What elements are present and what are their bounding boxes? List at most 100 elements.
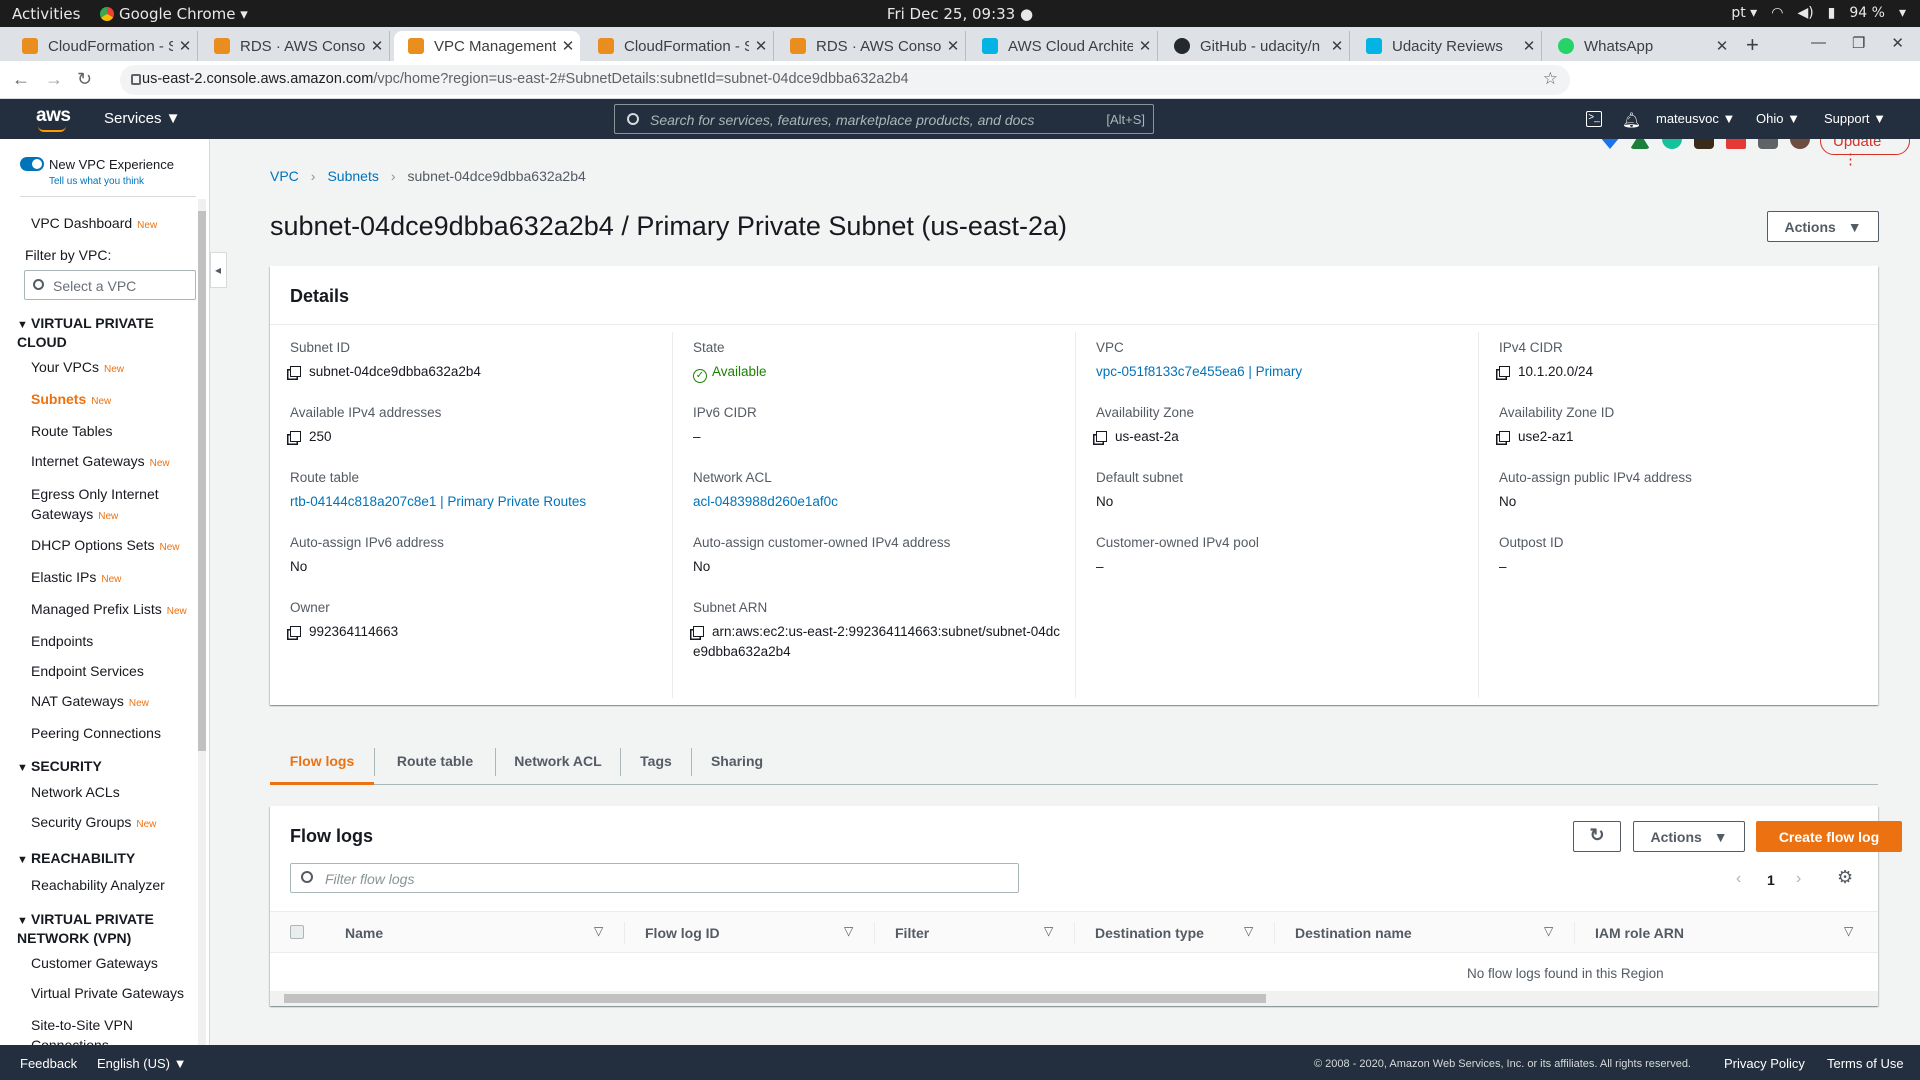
sidebar-item-nat-gateways[interactable]: NAT Gateways New xyxy=(31,693,149,709)
section-reachability[interactable]: ▼ REACHABILITY xyxy=(17,850,135,869)
sidebar-item-subnets[interactable]: Subnets New xyxy=(31,391,111,407)
account-menu[interactable]: mateusvoc ▼ xyxy=(1656,111,1735,126)
sidebar-item-reachability-analyzer[interactable]: Reachability Analyzer xyxy=(31,877,165,893)
sidebar-item-egress-only-gateways[interactable]: Egress Only Internet Gateways New xyxy=(31,484,171,527)
sidebar-item-customer-gateways[interactable]: Customer Gateways xyxy=(31,955,158,971)
browser-tab[interactable]: CloudFormation - S ✕ xyxy=(584,31,774,61)
copy-icon[interactable] xyxy=(1096,431,1107,442)
close-icon[interactable]: ✕ xyxy=(1133,37,1157,55)
browser-tab[interactable]: RDS · AWS Console ✕ xyxy=(776,31,966,61)
scrollbar-thumb[interactable] xyxy=(198,211,206,751)
route-table-link[interactable]: rtb-04144c818a207c8e1 | Primary Private … xyxy=(290,492,610,512)
tab-tags[interactable]: Tags xyxy=(621,739,691,785)
sidebar-item-internet-gateways[interactable]: Internet Gateways New xyxy=(31,453,170,469)
browser-tab[interactable]: RDS · AWS Console ✕ xyxy=(200,31,390,61)
close-icon[interactable]: ✕ xyxy=(941,37,965,55)
bookmark-star-icon[interactable]: ☆ xyxy=(1543,69,1558,89)
select-all-checkbox[interactable] xyxy=(290,925,304,939)
activities-button[interactable]: Activities xyxy=(12,5,80,23)
reload-icon[interactable]: ↻ xyxy=(77,69,92,90)
close-window-icon[interactable]: ✕ xyxy=(1891,34,1904,52)
column-header-filter[interactable]: Filter xyxy=(895,925,929,941)
cloudshell-icon[interactable]: >_ xyxy=(1586,111,1602,127)
sort-icon[interactable]: ▽ xyxy=(1244,924,1253,938)
vpc-link[interactable]: vpc-051f8133c7e455ea6 | Primary xyxy=(1096,362,1416,382)
tab-sharing[interactable]: Sharing xyxy=(692,739,782,785)
tab-network-acl[interactable]: Network ACL xyxy=(496,739,620,785)
sort-icon[interactable]: ▽ xyxy=(594,924,603,938)
system-tray[interactable]: pt ▾ ◠ ◀) ▮ 94 % ▾ xyxy=(1731,5,1906,21)
sidebar-item-prefix-lists[interactable]: Managed Prefix Lists New xyxy=(31,601,187,617)
next-page-icon[interactable]: › xyxy=(1796,870,1801,888)
breadcrumb-vpc[interactable]: VPC xyxy=(270,168,299,184)
copy-icon[interactable] xyxy=(290,431,301,442)
collapse-sidebar-button[interactable]: ◂ xyxy=(210,252,227,288)
flow-logs-actions-button[interactable]: Actions ▼ xyxy=(1633,821,1745,852)
browser-tab[interactable]: Udacity Reviews ✕ xyxy=(1352,31,1542,61)
close-icon[interactable]: ✕ xyxy=(1710,37,1734,55)
back-icon[interactable]: ← xyxy=(12,69,30,90)
sidebar-item-virtual-private-gateways[interactable]: Virtual Private Gateways xyxy=(31,985,184,1001)
network-acl-link[interactable]: acl-0483988d260e1af0c xyxy=(693,492,1013,512)
prev-page-icon[interactable]: ‹ xyxy=(1736,870,1741,888)
tab-route-table[interactable]: Route table xyxy=(375,739,495,785)
sidebar-item-endpoint-services[interactable]: Endpoint Services xyxy=(31,663,144,679)
tab-flow-logs[interactable]: Flow logs xyxy=(270,739,374,785)
sidebar-item-vpc-dashboard[interactable]: VPC Dashboard New xyxy=(31,215,157,231)
maximize-icon[interactable]: ❐ xyxy=(1852,34,1865,52)
app-menu[interactable]: Google Chrome ▾ xyxy=(100,5,248,23)
close-icon[interactable]: ✕ xyxy=(1325,37,1349,55)
copy-icon[interactable] xyxy=(693,626,704,637)
copy-icon[interactable] xyxy=(290,366,301,377)
section-security[interactable]: ▼ SECURITY xyxy=(17,758,102,777)
aws-search-input[interactable]: Search for services, features, marketpla… xyxy=(614,104,1154,134)
sidebar-item-dhcp-options[interactable]: DHCP Options Sets New xyxy=(31,537,179,553)
close-icon[interactable]: ✕ xyxy=(365,37,389,55)
horizontal-scrollbar[interactable] xyxy=(270,991,1878,1006)
terms-link[interactable]: Terms of Use xyxy=(1827,1056,1904,1071)
copy-icon[interactable] xyxy=(1499,431,1510,442)
column-header-destination-type[interactable]: Destination type xyxy=(1095,925,1204,941)
actions-button[interactable]: Actions ▼ xyxy=(1767,211,1879,242)
column-header-name[interactable]: Name xyxy=(345,925,383,941)
browser-tab[interactable]: GitHub - udacity/n ✕ xyxy=(1160,31,1350,61)
column-header-flow-log-id[interactable]: Flow log ID xyxy=(645,925,720,941)
column-header-iam-role-arn[interactable]: IAM role ARN xyxy=(1595,925,1684,941)
section-vpc[interactable]: ▼ VIRTUAL PRIVATE CLOUD xyxy=(17,315,187,351)
browser-tab[interactable]: WhatsApp ✕ xyxy=(1544,31,1734,61)
url-field[interactable]: us-east-2.console.aws.amazon.com/vpc/hom… xyxy=(120,65,1570,95)
close-icon[interactable]: ✕ xyxy=(749,37,773,55)
region-menu[interactable]: Ohio ▼ xyxy=(1756,111,1800,126)
sidebar-item-vpn-connections[interactable]: Site-to-Site VPN Connections xyxy=(31,1015,171,1045)
minimize-icon[interactable]: — xyxy=(1811,34,1826,52)
section-vpn[interactable]: ▼ VIRTUAL PRIVATE NETWORK (VPN) xyxy=(17,911,187,947)
browser-tab[interactable]: AWS Cloud Archite ✕ xyxy=(968,31,1158,61)
language-indicator[interactable]: pt ▾ xyxy=(1731,5,1757,21)
close-icon[interactable]: ✕ xyxy=(173,37,197,55)
language-selector[interactable]: English (US) ▼ xyxy=(97,1056,186,1071)
new-tab-button[interactable]: + xyxy=(1746,32,1759,58)
copy-icon[interactable] xyxy=(290,626,301,637)
services-menu[interactable]: Services ▼ xyxy=(104,110,181,127)
browser-tab-active[interactable]: VPC Management (✕ xyxy=(394,31,580,61)
sort-icon[interactable]: ▽ xyxy=(1044,924,1053,938)
bell-icon[interactable]: 🔔︎ xyxy=(1622,111,1641,129)
feedback-link[interactable]: Tell us what you think xyxy=(49,176,144,187)
sidebar-item-route-tables[interactable]: Route Tables xyxy=(31,423,112,439)
sidebar-item-your-vpcs[interactable]: Your VPCs New xyxy=(31,359,124,375)
copy-icon[interactable] xyxy=(1499,366,1510,377)
sidebar-item-elastic-ips[interactable]: Elastic IPs New xyxy=(31,569,121,585)
vpc-filter-input[interactable]: Select a VPC xyxy=(24,270,196,300)
feedback-link[interactable]: Feedback xyxy=(20,1056,77,1071)
close-icon[interactable]: ✕ xyxy=(1517,37,1541,55)
scrollbar-thumb[interactable] xyxy=(284,994,1266,1003)
sidebar-item-security-groups[interactable]: Security Groups New xyxy=(31,814,156,830)
browser-tab[interactable]: CloudFormation - S ✕ xyxy=(8,31,198,61)
create-flow-log-button[interactable]: Create flow log xyxy=(1756,821,1902,852)
support-menu[interactable]: Support ▼ xyxy=(1824,111,1886,126)
gear-icon[interactable]: ⚙ xyxy=(1837,867,1853,888)
new-experience-toggle[interactable] xyxy=(20,157,44,171)
sidebar-scrollbar[interactable] xyxy=(198,199,206,1045)
sidebar-item-endpoints[interactable]: Endpoints xyxy=(31,633,93,649)
forward-icon[interactable]: → xyxy=(45,69,63,90)
